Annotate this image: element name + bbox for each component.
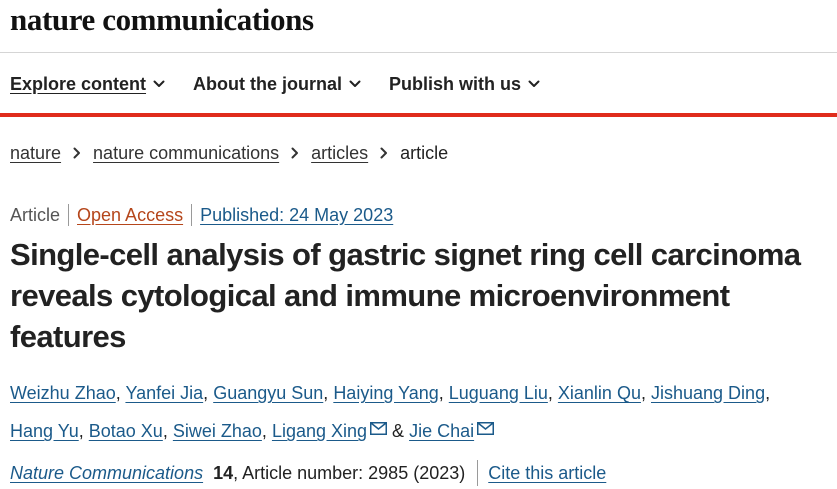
author-separator: , xyxy=(640,383,646,403)
article-type: Article xyxy=(10,204,61,225)
author-link[interactable]: Guangyu Sun xyxy=(213,383,323,403)
author-link[interactable]: Botao Xu xyxy=(89,421,163,441)
author-separator: , xyxy=(765,383,771,403)
nav-about-journal[interactable]: About the journal xyxy=(193,66,361,102)
author-separator: , xyxy=(78,421,84,441)
published-date-link[interactable]: Published: 24 May 2023 xyxy=(200,205,393,226)
author-link[interactable]: Jishuang Ding xyxy=(651,383,765,403)
nav-publish-with-us-label: Publish with us xyxy=(389,73,522,94)
chevron-right-icon xyxy=(73,147,81,159)
article-meta: Article Open Access Published: 24 May 20… xyxy=(10,202,393,228)
breadcrumb-current: article xyxy=(400,142,449,163)
chevron-down-icon xyxy=(349,80,361,88)
article-number: , Article number: 2985 (2023) xyxy=(233,462,466,483)
author-link[interactable]: Haiying Yang xyxy=(333,383,438,403)
author-ampersand: & xyxy=(392,421,405,441)
author-list: Weizhu Zhao, Yanfei Jia, Guangyu Sun, Ha… xyxy=(10,375,830,449)
author-link[interactable]: Luguang Liu xyxy=(449,383,548,403)
open-access-link[interactable]: Open Access xyxy=(77,205,183,226)
breadcrumb-nature[interactable]: nature xyxy=(10,143,61,164)
author-link[interactable]: Jie Chai xyxy=(409,421,474,441)
chevron-right-icon xyxy=(291,147,299,159)
nav-publish-with-us[interactable]: Publish with us xyxy=(389,66,540,102)
chevron-down-icon xyxy=(153,80,165,88)
site-logo[interactable]: nature communications xyxy=(10,0,410,44)
article-title: Single-cell analysis of gastric signet r… xyxy=(10,237,801,354)
nav-explore-content[interactable]: Explore content xyxy=(10,66,165,102)
main-nav: Explore content About the journal Publis… xyxy=(10,66,568,102)
author-link[interactable]: Yanfei Jia xyxy=(125,383,203,403)
chevron-down-icon xyxy=(528,80,540,88)
volume-number: 14 xyxy=(213,462,234,483)
header-divider xyxy=(0,52,837,53)
author-separator: , xyxy=(162,421,168,441)
breadcrumb: nature nature communications articles ar… xyxy=(10,140,448,166)
meta-divider xyxy=(68,204,70,226)
nav-about-journal-label: About the journal xyxy=(193,73,343,94)
author-separator: , xyxy=(438,383,444,403)
breadcrumb-nature-communications[interactable]: nature communications xyxy=(93,143,279,164)
cite-this-article-link[interactable]: Cite this article xyxy=(488,463,606,484)
author-separator: , xyxy=(115,383,121,403)
author-link[interactable]: Hang Yu xyxy=(10,421,79,441)
author-separator: , xyxy=(203,383,209,403)
author-link[interactable]: Siwei Zhao xyxy=(173,421,262,441)
breadcrumb-articles[interactable]: articles xyxy=(311,143,368,164)
author-separator: , xyxy=(261,421,267,441)
citation-line: Nature Communications 14 , Article numbe… xyxy=(10,460,606,486)
nav-explore-content-label: Explore content xyxy=(10,73,147,94)
author-separator: , xyxy=(323,383,329,403)
envelope-icon[interactable] xyxy=(477,411,495,447)
envelope-icon[interactable] xyxy=(370,411,388,447)
meta-divider xyxy=(191,204,193,226)
journal-link[interactable]: Nature Communications xyxy=(10,463,203,484)
citation-divider xyxy=(477,460,479,486)
accent-bar xyxy=(0,113,837,117)
chevron-right-icon xyxy=(380,147,388,159)
author-separator: , xyxy=(547,383,553,403)
author-link[interactable]: Ligang Xing xyxy=(272,421,367,441)
author-link[interactable]: Weizhu Zhao xyxy=(10,383,116,403)
author-link[interactable]: Xianlin Qu xyxy=(558,383,641,403)
